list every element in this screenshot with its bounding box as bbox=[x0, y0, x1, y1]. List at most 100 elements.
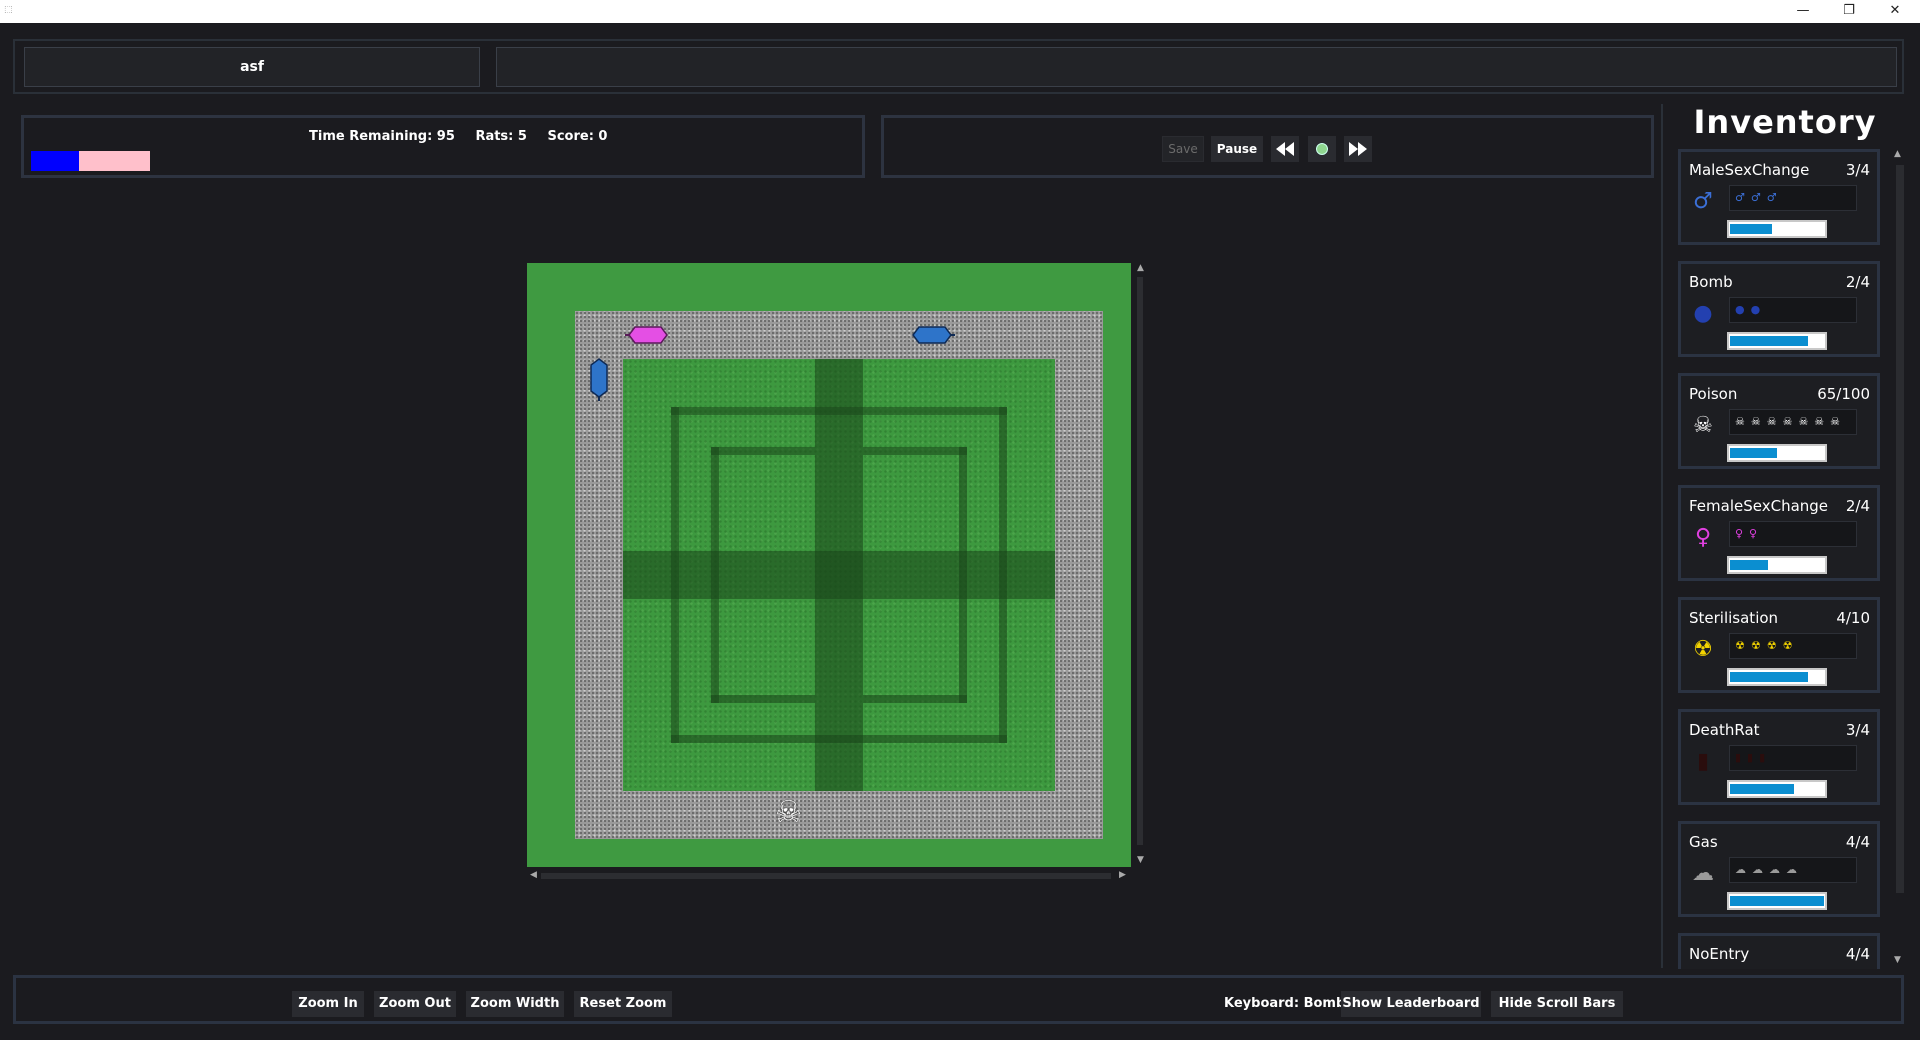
inventory-item-slots: ●● bbox=[1729, 297, 1857, 323]
zoom-out-button[interactable]: Zoom Out bbox=[374, 991, 456, 1017]
rewind-button[interactable] bbox=[1271, 136, 1299, 162]
inventory-regen-bar bbox=[1727, 556, 1827, 574]
inventory-item-name: Bomb bbox=[1689, 273, 1733, 291]
gas-cloud-icon[interactable]: ☁ bbox=[1689, 860, 1717, 888]
board-vertical-scrollbar[interactable]: ▲ ▼ bbox=[1134, 263, 1147, 867]
inventory-item-count: 2/4 bbox=[1845, 497, 1870, 515]
tunnel-ring-bottom bbox=[671, 735, 1007, 743]
male-rat-icon[interactable] bbox=[909, 323, 955, 347]
tunnel-box-b bbox=[863, 447, 967, 455]
inventory-regen-bar bbox=[1727, 220, 1827, 238]
pause-button[interactable]: Pause bbox=[1211, 136, 1263, 162]
male-rat-icon[interactable] bbox=[587, 355, 611, 401]
window-title-bar: ⬚ — ❐ ✕ bbox=[0, 0, 1920, 23]
inventory-item-name: Poison bbox=[1689, 385, 1738, 403]
inventory-scroll-area[interactable]: MaleSexChange 3/4 ♂ ♂♂♂ Bomb 2/4 ● ●● Poison 65/1… bbox=[1672, 149, 1910, 969]
inventory-item-name: DeathRat bbox=[1689, 721, 1760, 739]
inventory-regen-fill bbox=[1730, 224, 1772, 234]
score: Score: 0 bbox=[547, 129, 608, 144]
tunnel-ring-left bbox=[671, 407, 679, 743]
tunnel-box-f bbox=[959, 447, 967, 703]
tunnel-horizontal bbox=[623, 551, 1055, 599]
minimize-button[interactable]: — bbox=[1780, 0, 1826, 23]
inventory-title: Inventory bbox=[1693, 103, 1877, 141]
inventory-item-name: FemaleSexChange bbox=[1689, 497, 1829, 515]
tunnel-box-d bbox=[863, 695, 967, 703]
bottom-toolbar: Zoom In Zoom Out Zoom Width Reset Zoom K… bbox=[13, 975, 1904, 1024]
bomb-icon[interactable]: ● bbox=[1689, 300, 1717, 328]
inventory-list: MaleSexChange 3/4 ♂ ♂♂♂ Bomb 2/4 ● ●● Poison 65/1… bbox=[1678, 149, 1886, 969]
game-board[interactable]: ☠ bbox=[527, 263, 1131, 867]
scroll-up-arrow[interactable]: ▲ bbox=[1894, 149, 1901, 159]
inventory-regen-bar bbox=[1727, 780, 1827, 798]
inventory-item[interactable]: Poison 65/100 ☠ ☠☠☠☠☠☠☠ bbox=[1678, 373, 1880, 469]
inventory-item-slots: ▮▮▮ bbox=[1729, 745, 1857, 771]
close-button[interactable]: ✕ bbox=[1872, 0, 1918, 23]
tunnel-box-e bbox=[711, 447, 719, 703]
board-horizontal-scrollbar[interactable]: ◀ ▶ bbox=[527, 870, 1131, 883]
fast-forward-button[interactable] bbox=[1344, 136, 1372, 162]
tunnel-ring-top bbox=[671, 407, 1007, 415]
female-symbol-icon[interactable]: ♀ bbox=[1689, 524, 1717, 552]
death-rat-icon[interactable]: ▮ bbox=[1689, 748, 1717, 776]
inventory-regen-fill bbox=[1730, 336, 1808, 346]
scroll-down-arrow[interactable]: ▼ bbox=[1134, 855, 1147, 865]
scroll-thumb[interactable] bbox=[1896, 165, 1904, 893]
save-button[interactable]: Save bbox=[1162, 136, 1204, 162]
inventory-regen-fill bbox=[1730, 896, 1824, 906]
hide-scroll-bars-button[interactable]: Hide Scroll Bars bbox=[1491, 991, 1623, 1017]
restore-button[interactable]: ❐ bbox=[1826, 0, 1872, 23]
inventory-item[interactable]: Bomb 2/4 ● ●● bbox=[1678, 261, 1880, 357]
play-button[interactable] bbox=[1308, 136, 1336, 162]
inventory-item-count: 4/4 bbox=[1845, 833, 1870, 851]
scroll-down-arrow[interactable]: ▼ bbox=[1894, 955, 1901, 965]
radiation-icon[interactable]: ☢ bbox=[1689, 636, 1717, 664]
inventory-item[interactable]: Gas 4/4 ☁ ☁☁☁☁ bbox=[1678, 821, 1880, 917]
inventory-item[interactable]: DeathRat 3/4 ▮ ▮▮▮ bbox=[1678, 709, 1880, 805]
inventory-item[interactable]: NoEntry4/4⛔ bbox=[1678, 933, 1880, 969]
male-ratio-fill bbox=[31, 151, 79, 171]
fast-forward-icon bbox=[1349, 142, 1367, 156]
inventory-item-count: 4/10 bbox=[1836, 609, 1870, 627]
reset-zoom-button[interactable]: Reset Zoom bbox=[574, 991, 672, 1017]
female-rat-icon[interactable] bbox=[625, 323, 671, 347]
male-symbol-icon[interactable]: ♂ bbox=[1689, 188, 1717, 216]
scroll-thumb[interactable] bbox=[541, 873, 1111, 879]
keyboard-selected-item: Keyboard: Bomb bbox=[1224, 996, 1346, 1011]
inventory-regen-fill bbox=[1730, 448, 1777, 458]
inventory-item-count: 4/4 bbox=[1845, 945, 1870, 963]
inventory-regen-fill bbox=[1730, 784, 1794, 794]
player-name: asf bbox=[240, 59, 264, 75]
inventory-item-slots: ☁☁☁☁ bbox=[1729, 857, 1857, 883]
inventory-item-count: 3/4 bbox=[1845, 161, 1870, 179]
show-leaderboard-button[interactable]: Show Leaderboard bbox=[1341, 991, 1481, 1017]
message-box bbox=[496, 47, 1897, 87]
inventory-item-name: MaleSexChange bbox=[1689, 161, 1810, 179]
inventory-item[interactable]: MaleSexChange 3/4 ♂ ♂♂♂ bbox=[1678, 149, 1880, 245]
inventory-item-name: NoEntry bbox=[1689, 945, 1750, 963]
scroll-right-arrow[interactable]: ▶ bbox=[1119, 870, 1126, 880]
inventory-item-count: 3/4 bbox=[1845, 721, 1870, 739]
path-right bbox=[1055, 311, 1103, 839]
player-name-box: asf bbox=[24, 47, 480, 87]
skull-icon[interactable]: ☠ bbox=[1689, 412, 1717, 440]
inventory-item-slots: ♀♀ bbox=[1729, 521, 1857, 547]
tunnel-ring-right bbox=[999, 407, 1007, 743]
skull-crossbones-icon[interactable]: ☠ bbox=[775, 798, 802, 828]
scroll-up-arrow[interactable]: ▲ bbox=[1134, 263, 1147, 273]
inner-grass bbox=[623, 359, 1055, 791]
zoom-in-button[interactable]: Zoom In bbox=[292, 991, 364, 1017]
inventory-regen-bar bbox=[1727, 668, 1827, 686]
game-board-viewport[interactable]: ☠ ▲ ▼ ◀ ▶ bbox=[527, 263, 1147, 883]
inventory-item[interactable]: Sterilisation 4/10 ☢ ☢☢☢☢ bbox=[1678, 597, 1880, 693]
inventory-item[interactable]: FemaleSexChange 2/4 ♀ ♀♀ bbox=[1678, 485, 1880, 581]
inventory-scrollbar[interactable]: ▲ ▼ bbox=[1893, 149, 1907, 969]
inventory-regen-fill bbox=[1730, 672, 1808, 682]
rewind-icon bbox=[1276, 142, 1294, 156]
scroll-thumb[interactable] bbox=[1137, 277, 1143, 845]
inventory-item-slots: ☢☢☢☢ bbox=[1729, 633, 1857, 659]
zoom-width-button[interactable]: Zoom Width bbox=[466, 991, 564, 1017]
inventory-item-slots: ☠☠☠☠☠☠☠ bbox=[1729, 409, 1857, 435]
scroll-left-arrow[interactable]: ◀ bbox=[530, 870, 537, 880]
play-dot-icon bbox=[1316, 143, 1328, 155]
